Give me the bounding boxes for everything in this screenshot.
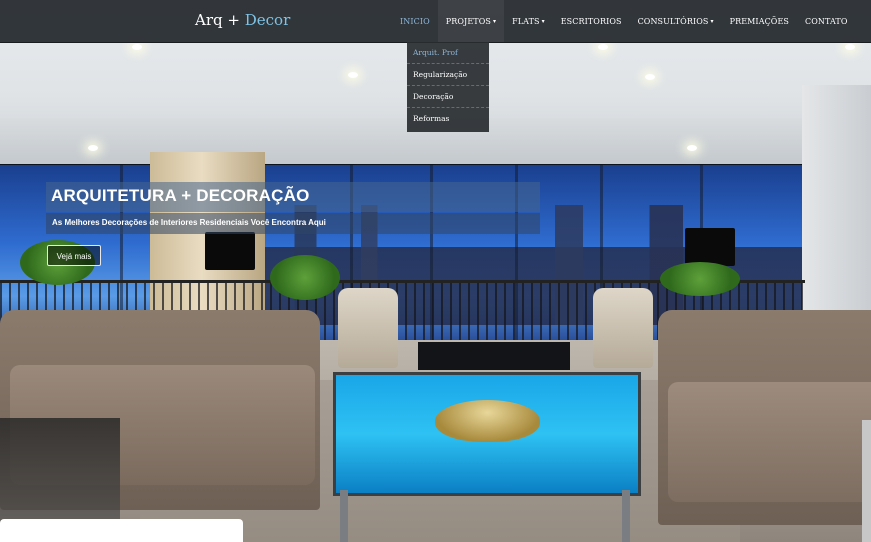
ceiling-light: [348, 72, 358, 78]
caret-down-icon: ▾: [710, 17, 714, 25]
ceiling-light: [132, 44, 142, 50]
plant: [270, 255, 340, 300]
brand-text-accent: Decor: [244, 11, 291, 29]
nav-item-inicio[interactable]: INICIO: [392, 0, 438, 42]
nav-item-label: CONTATO: [804, 16, 848, 26]
ceiling-light: [845, 44, 855, 50]
bottom-panel: [0, 519, 243, 542]
brand-text-primary: Arq +: [195, 11, 240, 29]
nav-item-consultorios[interactable]: CONSULTÓRIOS ▾: [630, 0, 722, 42]
caret-down-icon: ▾: [541, 17, 545, 25]
dropdown-item-reformas[interactable]: Reformas: [407, 108, 489, 129]
hero-subtitle-box: As Melhores Decorações de Interiores Res…: [46, 213, 540, 234]
sofa-seat: [668, 382, 871, 502]
table-lamp: [205, 232, 255, 270]
nav-item-flats[interactable]: FLATS ▾: [504, 0, 553, 42]
brand-logo[interactable]: Arq + Decor: [195, 11, 290, 29]
ceiling-light: [598, 44, 608, 50]
nav-item-label: CONSULTÓRIOS: [637, 16, 709, 26]
nav-item-label: FLATS: [512, 16, 540, 26]
nav-item-escritorios[interactable]: ESCRITORIOS: [553, 0, 630, 42]
frame-edge: [862, 420, 871, 542]
ceiling-light: [687, 145, 697, 151]
ceiling-light: [88, 145, 98, 151]
navbar: Arq + Decor INICIO PROJETOS ▾ FLATS ▾ ESCR…: [0, 0, 871, 43]
dropdown-item-regularizacao[interactable]: Regularização: [407, 64, 489, 86]
armchair: [593, 288, 653, 368]
nav-item-contato[interactable]: CONTATO: [797, 0, 856, 42]
dropdown-item-decoracao[interactable]: Decoração: [407, 86, 489, 108]
wall: [802, 85, 871, 335]
nav-item-label: PROJETOS: [445, 16, 491, 26]
projetos-dropdown-menu: Arquit. Prof Regularização Decoração Ref…: [407, 42, 489, 132]
caret-down-icon: ▾: [492, 17, 497, 25]
hero-subtitle: As Melhores Decorações de Interiores Res…: [52, 218, 326, 227]
nav-item-label: ESCRITORIOS: [560, 16, 622, 26]
dropdown-item-arquitetura[interactable]: Arquit. Prof: [407, 42, 489, 64]
armchair: [338, 288, 398, 368]
decorative-bowl: [435, 400, 540, 442]
nav-item-label: PREMIAÇÕES: [729, 16, 789, 26]
nav-item-premiacoes[interactable]: PREMIAÇÕES: [722, 0, 797, 42]
main-menu: INICIO PROJETOS ▾ FLATS ▾ ESCRITORIOS CONS…: [392, 0, 855, 42]
table-lamp: [685, 228, 735, 266]
nav-item-label: INICIO: [400, 16, 430, 26]
plant: [660, 262, 740, 296]
see-more-button[interactable]: Vejá mais: [47, 245, 101, 266]
nav-item-projetos[interactable]: PROJETOS ▾: [437, 0, 505, 42]
ceiling-light: [645, 74, 655, 80]
bench: [418, 342, 570, 370]
hero-title: ARQUITETURA + DECORAÇÃO: [51, 186, 310, 205]
table-leg: [622, 490, 630, 542]
hero-title-box: ARQUITETURA + DECORAÇÃO: [46, 182, 540, 212]
table-leg: [340, 490, 348, 542]
